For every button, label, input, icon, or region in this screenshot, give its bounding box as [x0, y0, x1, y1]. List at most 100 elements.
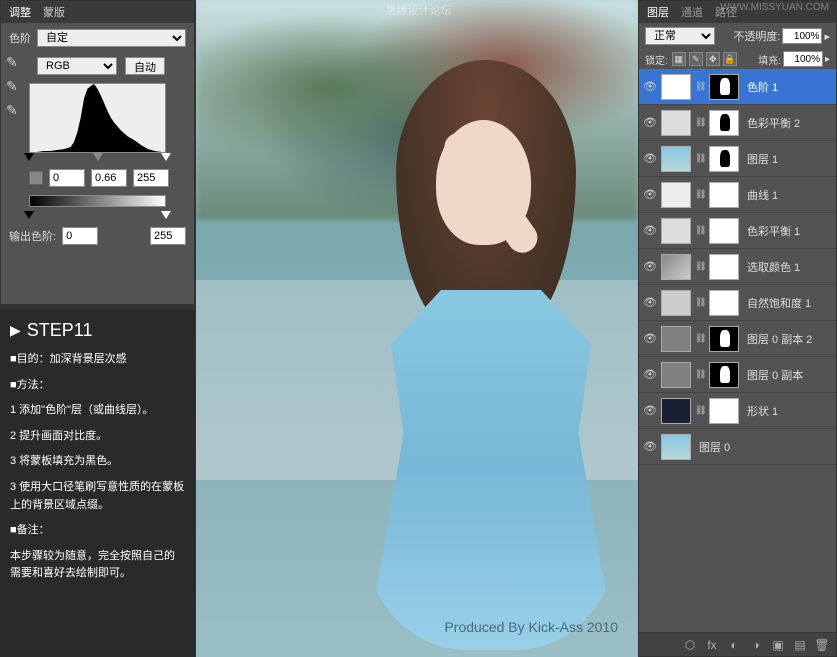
input-highlight-field[interactable]	[133, 169, 169, 187]
tab-layers[interactable]: 图层	[647, 4, 669, 20]
layer-mask-thumb[interactable]	[709, 326, 739, 352]
layer-thumb[interactable]	[661, 74, 691, 100]
layer-mask-thumb[interactable]	[709, 290, 739, 316]
layer-thumb[interactable]	[661, 290, 691, 316]
output-highlight-slider-icon[interactable]	[161, 211, 171, 219]
tab-adjustments[interactable]: 调整	[9, 4, 31, 20]
link-icon[interactable]: ⛓	[695, 261, 705, 272]
layer-row[interactable]: 👁 ⛓ 色阶 1	[639, 69, 836, 105]
lock-label: 锁定:	[645, 52, 668, 67]
layer-mask-thumb[interactable]	[709, 398, 739, 424]
new-layer-icon[interactable]: ▤	[792, 637, 808, 653]
layer-thumb[interactable]	[661, 362, 691, 388]
layer-thumb[interactable]	[661, 110, 691, 136]
layer-row[interactable]: 👁 ⛓ 曲线 1	[639, 177, 836, 213]
layer-row[interactable]: 👁 ⛓ 图层 1	[639, 141, 836, 177]
auto-button[interactable]: 自动	[125, 57, 165, 75]
layer-row[interactable]: 👁 ⛓ 自然饱和度 1	[639, 285, 836, 321]
link-icon[interactable]: ⛓	[695, 369, 705, 380]
new-group-icon[interactable]: ▣	[770, 637, 786, 653]
visibility-eye-icon[interactable]: 👁	[643, 80, 657, 94]
visibility-eye-icon[interactable]: 👁	[643, 368, 657, 382]
tab-masks[interactable]: 蒙版	[43, 4, 65, 20]
visibility-eye-icon[interactable]: 👁	[643, 296, 657, 310]
layer-thumb[interactable]	[661, 326, 691, 352]
layer-mask-thumb[interactable]	[709, 146, 739, 172]
output-sliders[interactable]	[29, 211, 166, 223]
adjustment-layer-icon[interactable]: ◑	[748, 637, 764, 653]
layer-thumb[interactable]	[661, 146, 691, 172]
lock-position-icon[interactable]: ✥	[706, 52, 720, 66]
output-highlight-field[interactable]	[150, 227, 186, 245]
chevron-down-icon[interactable]: ▸	[825, 54, 830, 65]
layer-name-label: 形状 1	[747, 403, 832, 419]
output-shadow-field[interactable]	[62, 227, 98, 245]
link-icon[interactable]: ⛓	[695, 405, 705, 416]
visibility-eye-icon[interactable]: 👁	[643, 440, 657, 454]
layer-mask-thumb[interactable]	[709, 362, 739, 388]
lock-all-icon[interactable]: 🔒	[723, 52, 737, 66]
layer-row[interactable]: 👁 图层 0	[639, 429, 836, 465]
layers-panel: 图层 通道 路径 正常 不透明度: ▸ 锁定: ▦ ✎ ✥ 🔒 填充:	[638, 0, 837, 657]
watermark-text: 思缘设计论坛	[386, 2, 452, 18]
link-icon[interactable]: ⛓	[695, 81, 705, 92]
link-icon[interactable]: ⛓	[695, 333, 705, 344]
link-icon[interactable]: ⛓	[695, 153, 705, 164]
visibility-eye-icon[interactable]: 👁	[643, 152, 657, 166]
layer-list: 👁 ⛓ 色阶 1 👁 ⛓ 色彩平衡 2 👁 ⛓ 图层 1 👁 ⛓ 曲线 1 👁 …	[639, 69, 836, 629]
layer-mask-thumb[interactable]	[709, 218, 739, 244]
opacity-field[interactable]	[782, 28, 822, 44]
layer-thumb[interactable]	[661, 398, 691, 424]
link-layers-icon[interactable]: ⬡	[682, 637, 698, 653]
layer-row[interactable]: 👁 ⛓ 图层 0 副本	[639, 357, 836, 393]
lock-transparency-icon[interactable]: ▦	[672, 52, 686, 66]
layer-mask-thumb[interactable]	[709, 254, 739, 280]
channel-select[interactable]: RGB	[37, 57, 117, 75]
output-shadow-slider-icon[interactable]	[24, 211, 34, 219]
clip-icon[interactable]	[29, 171, 43, 185]
lock-pixels-icon[interactable]: ✎	[689, 52, 703, 66]
step-m3: 3 将蒙板填充为黑色。	[10, 453, 185, 471]
eyedropper-gray-icon[interactable]: ✎	[6, 78, 22, 94]
watermark-url: WWW.MISSYUAN.COM	[720, 2, 829, 13]
tab-channels[interactable]: 通道	[681, 4, 703, 20]
eyedropper-white-icon[interactable]: ✎	[6, 102, 22, 118]
link-icon[interactable]: ⛓	[695, 297, 705, 308]
link-icon[interactable]: ⛓	[695, 189, 705, 200]
midtone-slider-icon[interactable]	[93, 153, 103, 161]
link-icon[interactable]: ⛓	[695, 225, 705, 236]
preset-select[interactable]: 自定	[37, 29, 186, 47]
delete-layer-icon[interactable]: 🗑	[814, 637, 830, 653]
input-sliders[interactable]	[29, 153, 166, 165]
layer-row[interactable]: 👁 ⛓ 形状 1	[639, 393, 836, 429]
highlight-slider-icon[interactable]	[161, 153, 171, 161]
adjustments-tab-bar: 调整 蒙版	[1, 1, 194, 23]
add-mask-icon[interactable]: ◐	[726, 637, 742, 653]
layer-thumb[interactable]	[661, 182, 691, 208]
layer-thumb[interactable]	[661, 254, 691, 280]
link-icon[interactable]: ⛓	[695, 117, 705, 128]
layer-row[interactable]: 👁 ⛓ 色彩平衡 2	[639, 105, 836, 141]
layer-thumb[interactable]	[661, 434, 691, 460]
fill-field[interactable]	[783, 51, 823, 67]
input-shadow-field[interactable]	[49, 169, 85, 187]
input-mid-field[interactable]	[91, 169, 127, 187]
eyedropper-black-icon[interactable]: ✎	[6, 54, 22, 70]
layer-row[interactable]: 👁 ⛓ 图层 0 副本 2	[639, 321, 836, 357]
layer-mask-thumb[interactable]	[709, 74, 739, 100]
layer-mask-thumb[interactable]	[709, 110, 739, 136]
blend-mode-select[interactable]: 正常	[645, 27, 715, 45]
visibility-eye-icon[interactable]: 👁	[643, 188, 657, 202]
layer-mask-thumb[interactable]	[709, 182, 739, 208]
visibility-eye-icon[interactable]: 👁	[643, 332, 657, 346]
visibility-eye-icon[interactable]: 👁	[643, 116, 657, 130]
fx-icon[interactable]: fx	[704, 637, 720, 653]
layer-row[interactable]: 👁 ⛓ 色彩平衡 1	[639, 213, 836, 249]
shadow-slider-icon[interactable]	[24, 153, 34, 161]
layer-row[interactable]: 👁 ⛓ 选取颜色 1	[639, 249, 836, 285]
visibility-eye-icon[interactable]: 👁	[643, 404, 657, 418]
layer-thumb[interactable]	[661, 218, 691, 244]
chevron-down-icon[interactable]: ▸	[824, 30, 830, 43]
visibility-eye-icon[interactable]: 👁	[643, 224, 657, 238]
visibility-eye-icon[interactable]: 👁	[643, 260, 657, 274]
